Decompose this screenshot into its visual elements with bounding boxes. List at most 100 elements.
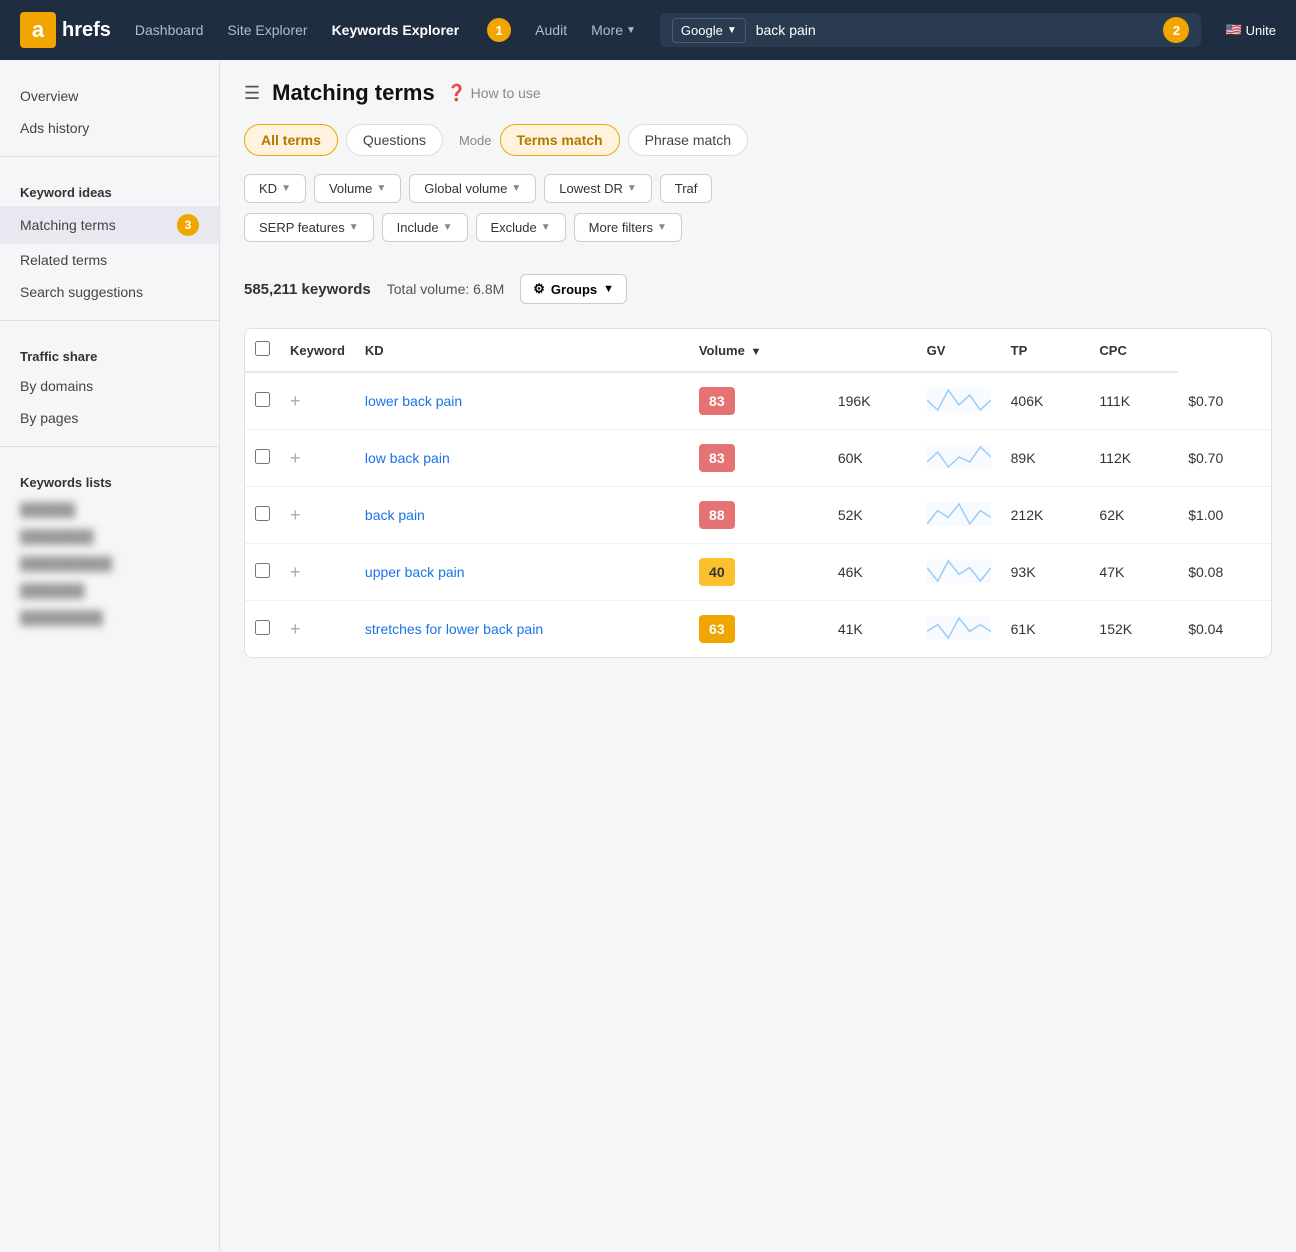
col-keyword: Keyword <box>280 329 355 372</box>
sidebar-blurred-2: ████████ <box>0 523 219 550</box>
sidebar-item-by-domains[interactable]: By domains <box>0 370 219 402</box>
nav-more[interactable]: More ▼ <box>591 22 636 38</box>
chevron-down-icon: ▼ <box>349 222 359 233</box>
sidebar-blurred-4: ███████ <box>0 577 219 604</box>
select-all-checkbox[interactable] <box>255 341 270 356</box>
filter-lowest-dr[interactable]: Lowest DR ▼ <box>544 174 651 203</box>
table-row: + low back pain 83 60K 89K 112K $0.70 <box>245 430 1271 487</box>
filter-global-volume[interactable]: Global volume ▼ <box>409 174 536 203</box>
row-checkbox-0[interactable] <box>255 392 270 407</box>
tp-cell-0: 111K <box>1089 372 1178 430</box>
sidebar-section-traffic-share: Traffic share <box>0 333 219 370</box>
sliders-icon: ⚙ <box>533 281 545 297</box>
chevron-down-icon: ▼ <box>281 183 291 194</box>
chevron-down-icon: ▼ <box>541 222 551 233</box>
search-engine-selector[interactable]: Google ▼ <box>672 18 746 43</box>
add-keyword-btn-1[interactable]: + <box>280 430 355 487</box>
keyword-link-2[interactable]: back pain <box>365 507 425 523</box>
nav-keywords-explorer[interactable]: Keywords Explorer <box>332 22 460 38</box>
add-keyword-btn-4[interactable]: + <box>280 601 355 658</box>
gv-cell-3: 93K <box>1001 544 1090 601</box>
search-bar: Google ▼ 2 <box>660 13 1202 47</box>
country-selector[interactable]: 🇺🇸 Unite <box>1225 22 1276 38</box>
filter-kd[interactable]: KD ▼ <box>244 174 306 203</box>
help-circle-icon: ❓ <box>447 83 467 103</box>
sidebar-section-keyword-ideas: Keyword ideas <box>0 169 219 206</box>
filter-traffic[interactable]: Traf <box>660 174 713 203</box>
menu-icon[interactable]: ☰ <box>244 83 260 104</box>
tab-phrase-match[interactable]: Phrase match <box>628 124 748 156</box>
keyword-link-1[interactable]: low back pain <box>365 450 450 466</box>
keyword-link-4[interactable]: stretches for lower back pain <box>365 621 543 637</box>
volume-cell-3: 46K <box>828 544 917 601</box>
sidebar-item-search-suggestions[interactable]: Search suggestions <box>0 276 219 308</box>
row-checkbox-4[interactable] <box>255 620 270 635</box>
trend-cell-3 <box>917 544 1001 601</box>
chevron-down-icon: ▼ <box>657 222 667 233</box>
main-content: ☰ Matching terms ❓ How to use All terms … <box>220 60 1296 1252</box>
chevron-down-icon: ▼ <box>511 183 521 194</box>
sidebar-item-by-pages[interactable]: By pages <box>0 402 219 434</box>
nav-dashboard[interactable]: Dashboard <box>135 22 204 38</box>
row-checkbox-2[interactable] <box>255 506 270 521</box>
keyword-search-input[interactable] <box>756 22 1156 38</box>
filter-serp-features[interactable]: SERP features ▼ <box>244 213 374 242</box>
tab-all-terms[interactable]: All terms <box>244 124 338 156</box>
filter-exclude[interactable]: Exclude ▼ <box>476 213 566 242</box>
sidebar-item-matching-terms[interactable]: Matching terms 3 <box>0 206 219 244</box>
add-keyword-btn-3[interactable]: + <box>280 544 355 601</box>
col-cpc: CPC <box>1089 329 1178 372</box>
sidebar-item-ads-history[interactable]: Ads history <box>0 112 219 144</box>
sidebar-blurred-5: █████████ <box>0 604 219 631</box>
add-keyword-btn-0[interactable]: + <box>280 372 355 430</box>
nav-right: 🇺🇸 Unite <box>1225 22 1276 38</box>
sidebar-divider-3 <box>0 446 219 447</box>
logo-icon: a <box>20 12 56 48</box>
groups-button[interactable]: ⚙ Groups ▼ <box>520 274 627 304</box>
row-checkbox-3[interactable] <box>255 563 270 578</box>
sidebar-blurred-1: ██████ <box>0 496 219 523</box>
col-gv: GV <box>917 329 1001 372</box>
chevron-down-icon: ▼ <box>443 222 453 233</box>
nav-audit[interactable]: Audit <box>535 22 567 38</box>
cpc-cell-0: $0.70 <box>1178 372 1271 430</box>
keyword-link-0[interactable]: lower back pain <box>365 393 462 409</box>
table-row: + stretches for lower back pain 63 41K 6… <box>245 601 1271 658</box>
logo[interactable]: a hrefs <box>20 12 111 48</box>
add-keyword-btn-2[interactable]: + <box>280 487 355 544</box>
gv-cell-2: 212K <box>1001 487 1090 544</box>
col-volume[interactable]: Volume ▼ <box>689 329 828 372</box>
row-checkbox-1[interactable] <box>255 449 270 464</box>
how-to-use-button[interactable]: ❓ How to use <box>447 83 541 103</box>
col-kd: KD <box>355 329 689 372</box>
nav-site-explorer[interactable]: Site Explorer <box>227 22 307 38</box>
kd-badge-3: 40 <box>699 558 735 586</box>
sidebar-item-overview[interactable]: Overview <box>0 80 219 112</box>
kd-badge-0: 83 <box>699 387 735 415</box>
tab-questions[interactable]: Questions <box>346 124 443 156</box>
chevron-down-icon: ▼ <box>727 25 737 36</box>
nav-badge-1: 1 <box>487 18 511 42</box>
sidebar-blurred-3: ██████████ <box>0 550 219 577</box>
sidebar-item-related-terms[interactable]: Related terms <box>0 244 219 276</box>
sidebar-badge-3: 3 <box>177 214 199 236</box>
cpc-cell-3: $0.08 <box>1178 544 1271 601</box>
volume-cell-0: 196K <box>828 372 917 430</box>
tp-cell-2: 62K <box>1089 487 1178 544</box>
col-tp: TP <box>1001 329 1090 372</box>
results-volume: Total volume: 6.8M <box>387 281 505 297</box>
filter-include[interactable]: Include ▼ <box>382 213 468 242</box>
filter-more-filters[interactable]: More filters ▼ <box>574 213 682 242</box>
cpc-cell-1: $0.70 <box>1178 430 1271 487</box>
sort-arrow-icon: ▼ <box>750 346 761 358</box>
keyword-link-3[interactable]: upper back pain <box>365 564 465 580</box>
top-navigation: a hrefs Dashboard Site Explorer Keywords… <box>0 0 1296 60</box>
volume-cell-2: 52K <box>828 487 917 544</box>
tab-terms-match[interactable]: Terms match <box>500 124 620 156</box>
filter-volume[interactable]: Volume ▼ <box>314 174 401 203</box>
table-row: + upper back pain 40 46K 93K 47K $0.08 <box>245 544 1271 601</box>
cpc-cell-4: $0.04 <box>1178 601 1271 658</box>
kd-badge-2: 88 <box>699 501 735 529</box>
filters-row-2: SERP features ▼ Include ▼ Exclude ▼ More… <box>244 213 1272 242</box>
search-badge-2: 2 <box>1163 17 1189 43</box>
